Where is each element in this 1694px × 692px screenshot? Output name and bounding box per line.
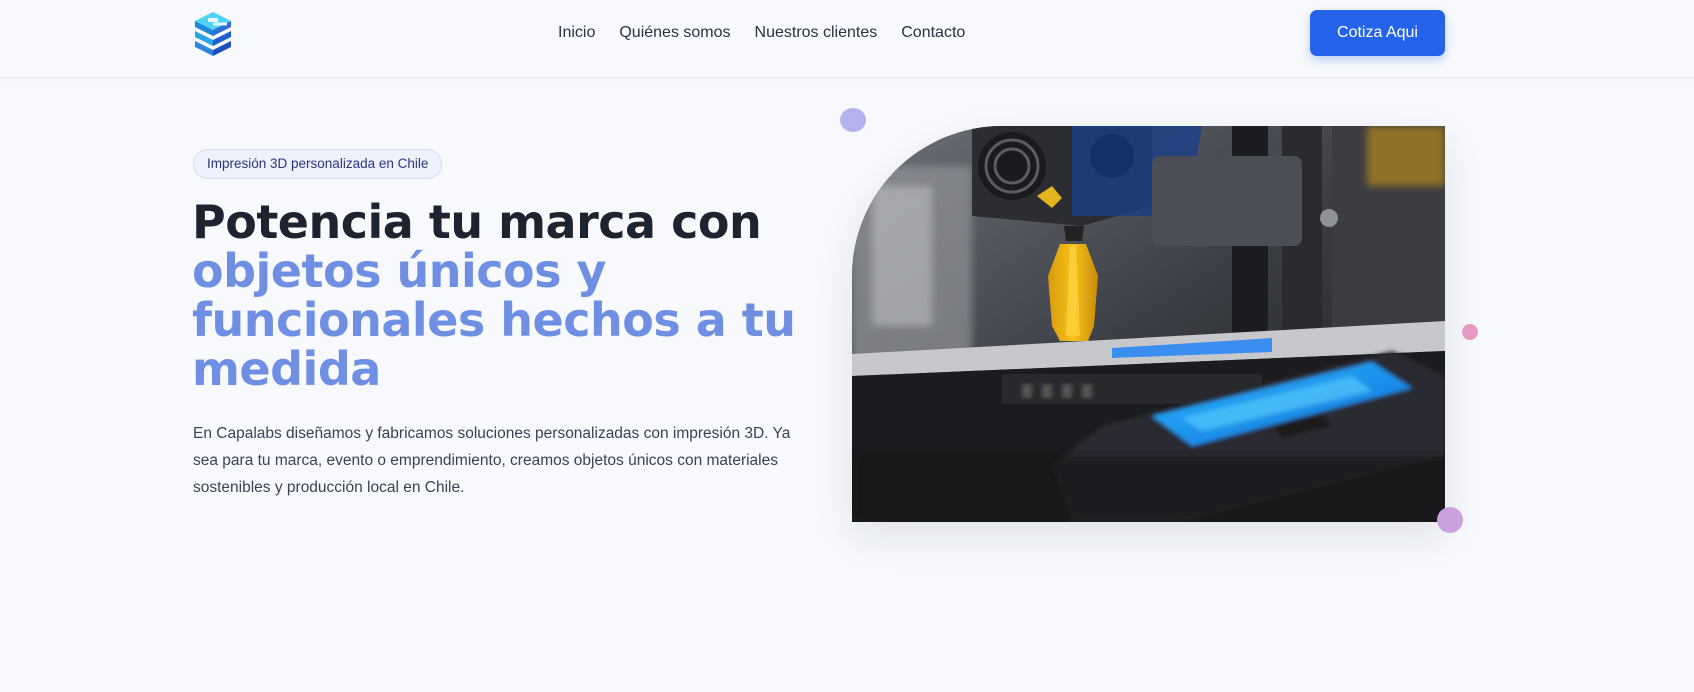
3d-printer-photo [852, 126, 1445, 522]
headline-primary: Potencia tu marca con [192, 195, 762, 249]
nav-link-contacto[interactable]: Contacto [901, 22, 965, 44]
nav-link-quienes-somos[interactable]: Quiénes somos [619, 22, 730, 44]
hero-headline: Potencia tu marca con objetos únicos y f… [192, 198, 802, 394]
decorative-dot [1462, 324, 1478, 340]
nav-link-nuestros-clientes[interactable]: Nuestros clientes [755, 22, 878, 44]
navbar: Inicio Quiénes somos Nuestros clientes C… [0, 0, 1694, 78]
hero-description: En Capalabs diseñamos y fabricamos soluc… [193, 425, 791, 496]
hero-image [852, 126, 1445, 522]
decorative-dot [1437, 507, 1463, 533]
decorative-dot [840, 108, 866, 132]
nav-link-inicio[interactable]: Inicio [558, 22, 595, 44]
main-nav: Inicio Quiénes somos Nuestros clientes C… [558, 22, 965, 44]
cotiza-button[interactable]: Cotiza Aqui [1310, 10, 1445, 56]
headline-accent: objetos únicos y funcionales hechos a tu… [192, 244, 796, 396]
hero-badge: Impresión 3D personalizada en Chile [193, 149, 443, 179]
cube-logo-icon[interactable] [191, 10, 235, 58]
